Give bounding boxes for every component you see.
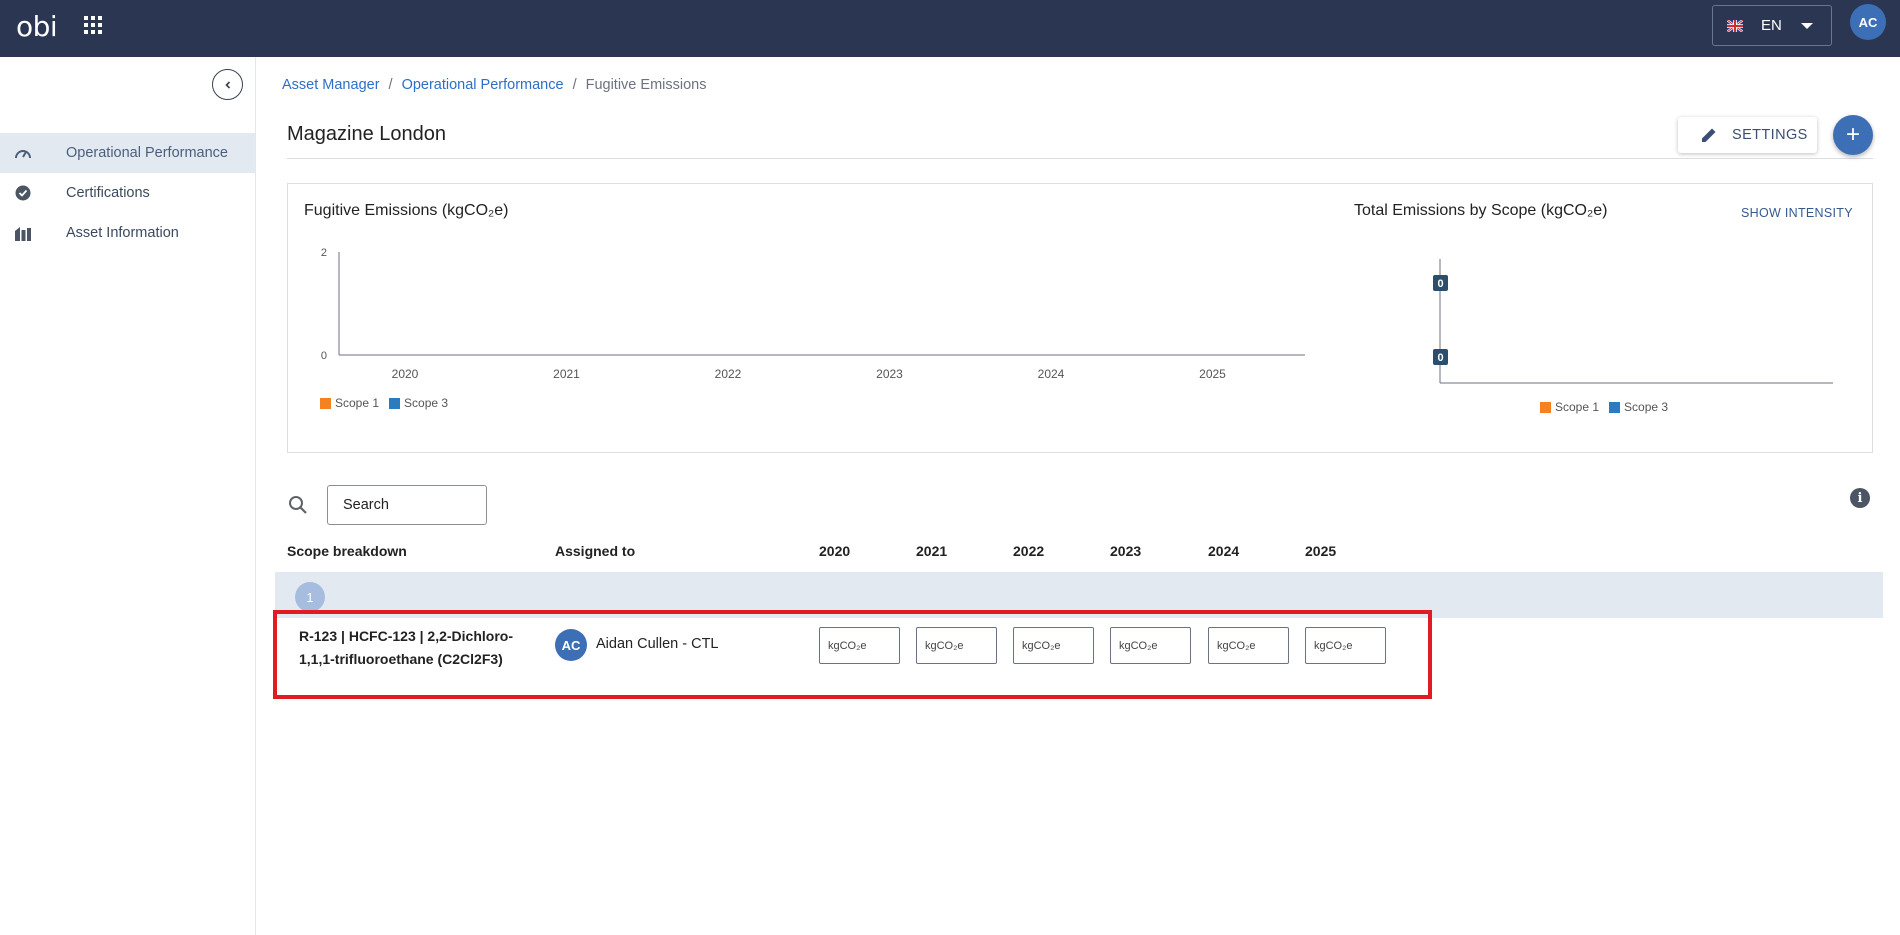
breadcrumb-asset-manager[interactable]: Asset Manager — [282, 77, 380, 93]
user-avatar[interactable]: AC — [1850, 4, 1886, 40]
language-label: EN — [1761, 17, 1782, 34]
legend-swatch — [320, 397, 331, 409]
y-tick-label: 0 — [321, 350, 327, 362]
app-logo[interactable]: obi — [16, 10, 58, 43]
legend-swatch — [389, 397, 401, 409]
fugitive-emissions-chart: 2 0 2020 2021 2022 2023 2024 2025 — [321, 247, 1305, 381]
chevron-down-icon — [1801, 22, 1813, 29]
column-header-scope-breakdown: Scope breakdown — [287, 543, 407, 559]
breadcrumb-current: Fugitive Emissions — [585, 77, 707, 93]
column-header-2022: 2022 — [1013, 543, 1045, 559]
page-title: Magazine London — [287, 123, 447, 145]
uk-flag-icon — [1727, 19, 1743, 32]
x-tick-label: 2022 — [715, 367, 742, 381]
column-header-2021: 2021 — [916, 543, 948, 559]
row-highlight-box — [273, 610, 1432, 699]
legend-label: Scope 1 — [335, 396, 380, 410]
collapse-sidebar-button[interactable] — [212, 69, 243, 100]
charts-card: Fugitive Emissions (kgCO₂e) 20 2020 2021 2… — [287, 183, 1873, 453]
sidebar: Operational Performance Certifications A… — [0, 57, 256, 935]
breadcrumb: Asset Manager / Operational Performance … — [282, 77, 706, 93]
apps-grid-icon[interactable] — [84, 16, 102, 34]
scope-badge: 1 — [295, 582, 325, 612]
settings-label: SETTINGS — [1732, 127, 1808, 143]
legend-label: Scope 3 — [404, 396, 449, 410]
add-button[interactable]: + — [1833, 115, 1873, 155]
fugitive-emissions-legend: Scope 1 Scope 3 — [320, 396, 448, 410]
legend-item-scope-1[interactable]: Scope 1 — [320, 396, 379, 410]
column-header-assigned-to: Assigned to — [555, 543, 636, 559]
buildings-icon — [15, 227, 31, 241]
legend-swatch — [1609, 401, 1621, 413]
title-divider — [287, 158, 1873, 159]
legend-label: Scope 1 — [1555, 400, 1600, 414]
legend-item-scope-3[interactable]: Scope 3 — [1609, 400, 1668, 414]
settings-button[interactable]: SETTINGS — [1678, 117, 1817, 153]
breadcrumb-operational-performance[interactable]: Operational Performance — [402, 77, 564, 93]
legend-swatch — [1540, 401, 1551, 413]
sidebar-item-operational-performance[interactable]: Operational Performance — [0, 133, 255, 173]
total-emissions-chart: 00 — [1433, 259, 1833, 384]
legend-item-scope-1[interactable]: Scope 1 — [1540, 400, 1599, 414]
column-header-2024: 2024 — [1208, 543, 1240, 559]
legend-label: Scope 3 — [1624, 400, 1669, 414]
search-input[interactable] — [327, 485, 487, 525]
legend-item-scope-3[interactable]: Scope 3 — [389, 396, 448, 410]
sidebar-item-label: Operational Performance — [66, 145, 228, 161]
x-tick-label: 2021 — [553, 367, 580, 381]
badge-check-icon — [15, 185, 31, 201]
sidebar-item-label: Asset Information — [66, 225, 179, 241]
column-header-2023: 2023 — [1110, 543, 1142, 559]
sidebar-item-certifications[interactable]: Certifications — [0, 173, 255, 213]
info-icon[interactable]: i — [1850, 488, 1870, 508]
chevron-left-icon — [224, 80, 230, 89]
breadcrumb-separator: / — [572, 77, 577, 93]
search-icon[interactable] — [288, 495, 308, 515]
pencil-icon — [1702, 128, 1716, 142]
sidebar-item-label: Certifications — [66, 185, 150, 201]
x-tick-label: 2024 — [1038, 367, 1065, 381]
breadcrumb-separator: / — [388, 77, 393, 93]
x-tick-label: 2020 — [392, 367, 419, 381]
data-label: 0 — [1437, 352, 1443, 364]
data-label: 0 — [1437, 278, 1443, 290]
language-selector[interactable]: EN — [1712, 5, 1832, 46]
sidebar-item-asset-information[interactable]: Asset Information — [0, 213, 255, 253]
x-tick-label: 2025 — [1199, 367, 1226, 381]
column-header-2020: 2020 — [819, 543, 851, 559]
y-tick-label: 2 — [321, 247, 327, 259]
top-app-bar: obi EN AC — [0, 0, 1900, 57]
column-header-2025: 2025 — [1305, 543, 1337, 559]
x-tick-label: 2023 — [876, 367, 903, 381]
speedometer-icon — [15, 150, 31, 159]
total-emissions-legend: Scope 1 Scope 3 — [1540, 400, 1668, 414]
